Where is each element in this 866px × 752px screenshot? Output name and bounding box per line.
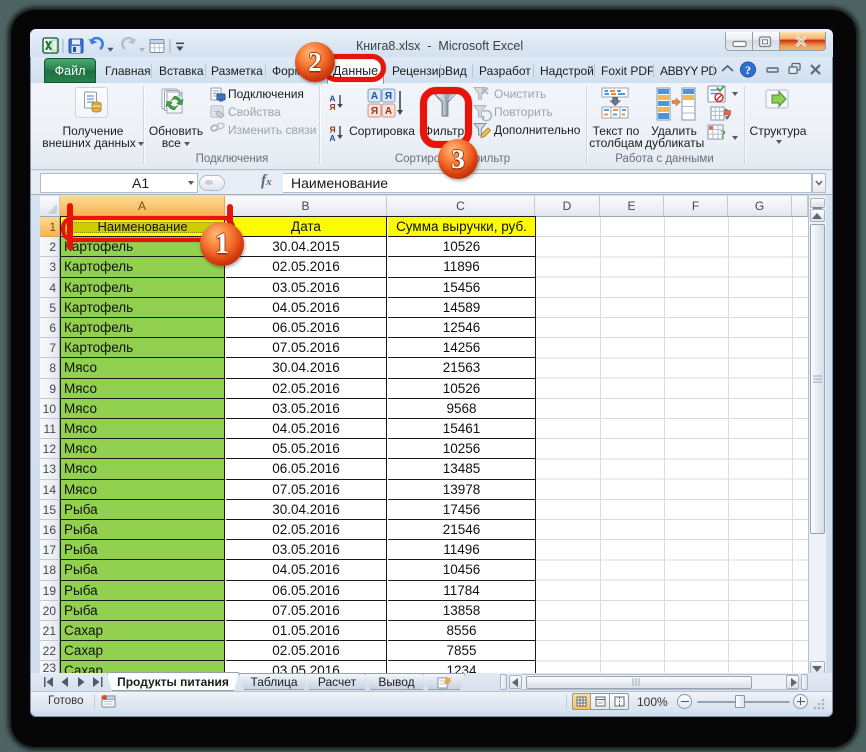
- svg-text:?: ?: [720, 127, 726, 141]
- svg-text:Я: Я: [329, 102, 335, 110]
- svg-text:Я: Я: [371, 106, 378, 117]
- svg-text:А: А: [385, 106, 392, 117]
- svg-text:?: ?: [745, 63, 751, 77]
- svg-text:А: А: [329, 133, 335, 141]
- svg-text:А: А: [371, 91, 378, 102]
- svg-text:Я: Я: [385, 91, 392, 102]
